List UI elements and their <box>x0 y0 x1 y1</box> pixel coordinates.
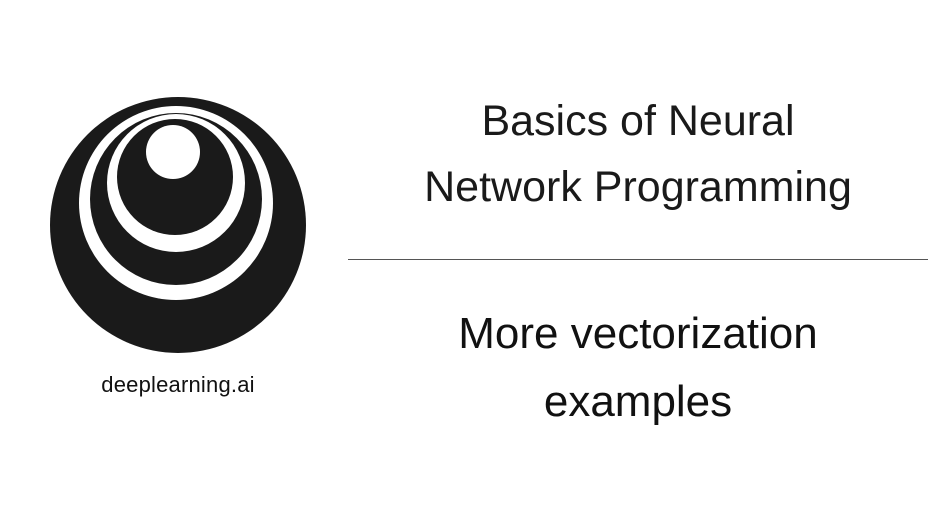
slide: deeplearning.ai Basics of Neural Network… <box>0 0 935 514</box>
slide-subtitle-line-2: examples <box>543 377 733 426</box>
slide-subtitle-line-1: More vectorization <box>458 309 818 358</box>
slide-title-line-2: Network Programming <box>424 163 852 211</box>
slide-title-line-1: Basics of Neural <box>481 97 795 145</box>
deeplearning-logo-icon <box>50 97 306 353</box>
slide-title: Basics of Neural Network Programming <box>348 88 928 220</box>
brand-name: deeplearning.ai <box>101 372 255 397</box>
divider <box>348 259 928 260</box>
slide-subtitle: More vectorization examples <box>348 300 928 436</box>
